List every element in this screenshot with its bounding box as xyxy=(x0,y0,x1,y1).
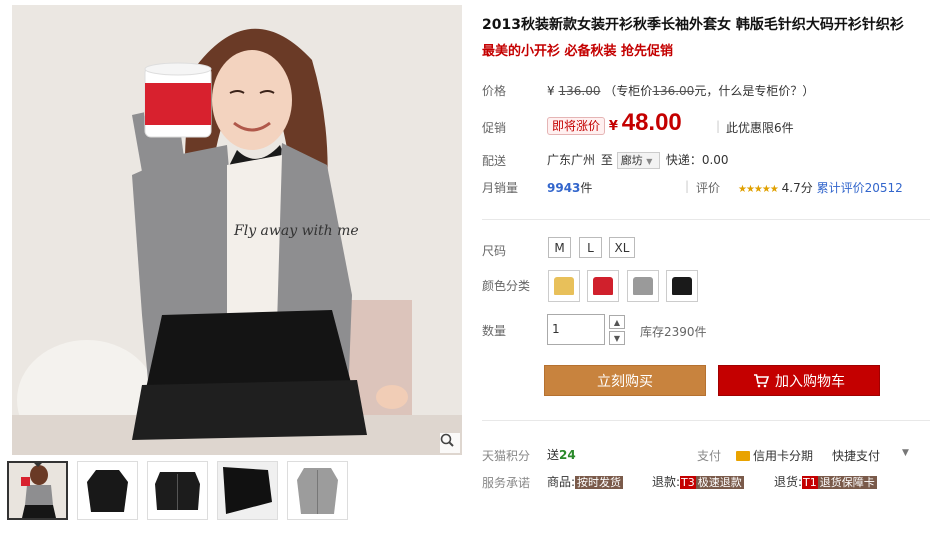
thumbnail-4[interactable] xyxy=(217,461,278,520)
points-label: 天猫积分 xyxy=(482,449,531,463)
credit-card-icon xyxy=(736,451,750,461)
return-label: 退货: xyxy=(774,475,803,489)
thumbnail-3[interactable] xyxy=(147,461,208,520)
pay-label: 支付 xyxy=(697,449,722,463)
shipping-info: 广东广州 至 廊坊 ▼ 快递：0.00 xyxy=(547,151,729,169)
thumbnail-5[interactable] xyxy=(287,461,348,520)
credit-installment[interactable]: 信用卡分期 xyxy=(736,447,813,464)
shipping-label: 配送 xyxy=(482,154,507,168)
color-swatch-red[interactable] xyxy=(587,270,619,302)
buy-now-button[interactable]: 立刻购买 xyxy=(544,365,706,396)
separator: | xyxy=(716,119,721,133)
thumbnail-2[interactable] xyxy=(77,461,138,520)
promo-price-value: 48.00 xyxy=(621,109,682,136)
sales-count: 9943 xyxy=(547,181,581,195)
product-title: 2013秋装新款女装开衫秋季长袖外套女 韩版毛针织大码开衫针织衫 xyxy=(482,17,904,33)
model-photo: Fly away with me xyxy=(12,5,462,455)
chevron-down-icon: ▼ xyxy=(646,157,653,166)
ship-from: 广东广州 xyxy=(547,153,596,167)
counter-price-prefix: （专柜价 xyxy=(604,84,653,98)
monthly-sales-label: 月销量 xyxy=(482,181,519,195)
destination-value: 廊坊 xyxy=(620,154,643,167)
thumbnail-strip xyxy=(7,461,348,520)
quantity-input[interactable]: 1 xyxy=(547,314,605,345)
size-option-xl[interactable]: XL xyxy=(609,237,635,258)
divider xyxy=(482,219,930,220)
rating-label: 评价 xyxy=(696,181,721,195)
main-product-image[interactable]: Fly away with me xyxy=(12,5,462,455)
separator: | xyxy=(685,179,690,193)
refund-code-badge: T3 xyxy=(680,476,696,489)
original-price-value: 136.00 xyxy=(558,84,601,98)
color-label: 颜色分类 xyxy=(482,279,531,293)
on-time-delivery-badge[interactable]: 按时发货 xyxy=(575,476,624,489)
ship-to-word: 至 xyxy=(600,153,613,167)
points-number: 24 xyxy=(559,448,576,462)
destination-select[interactable]: 廊坊 ▼ xyxy=(616,152,660,169)
monthly-sales: 9943件 xyxy=(547,179,592,196)
quantity-decrease-button[interactable]: ▼ xyxy=(609,331,625,345)
shirt-print-text: Fly away with me xyxy=(233,223,359,239)
star-rating-icon: ★★★★★ xyxy=(738,184,779,195)
product-gallery: Fly away with me xyxy=(12,5,462,455)
return-code-badge: T1 xyxy=(802,476,818,489)
goods-label: 商品: xyxy=(547,475,576,489)
add-to-cart-label: 加入购物车 xyxy=(775,373,845,390)
points-value: 送24 xyxy=(547,446,576,463)
refund-label: 退款: xyxy=(652,475,681,489)
rating: ★★★★★ 4.7分 累计评价20512 xyxy=(738,179,903,196)
size-label: 尺码 xyxy=(482,244,507,258)
color-swatch-gray[interactable] xyxy=(627,270,659,302)
size-option-l[interactable]: L xyxy=(579,237,602,258)
stock-count: 库存2390件 xyxy=(640,325,707,339)
yen-symbol: ¥ xyxy=(547,84,555,98)
chevron-up-icon: ▲ xyxy=(613,317,621,327)
thumbnail-1[interactable] xyxy=(7,461,68,520)
promo-limit: 此优惠限6件 xyxy=(726,121,794,135)
total-reviews-link[interactable]: 累计评价20512 xyxy=(817,181,903,195)
sales-unit: 件 xyxy=(580,181,593,195)
original-price: ¥ 136.00 （专柜价136.00元，什么是专柜价？） xyxy=(547,82,814,99)
add-to-cart-button[interactable]: 加入购物车 xyxy=(718,365,880,396)
quick-pay[interactable]: 快捷支付 xyxy=(832,447,880,464)
promo-label: 促销 xyxy=(482,121,507,135)
chevron-down-icon[interactable]: ▼ xyxy=(902,448,909,458)
product-subtitle: 最美的小开衫 必备秋装 抢先促销 xyxy=(482,44,674,59)
price-label: 价格 xyxy=(482,84,507,98)
service-label: 服务承诺 xyxy=(482,476,531,490)
price-rise-badge: 即将涨价 xyxy=(547,117,606,135)
return-guarantee-badge[interactable]: 退货保障卡 xyxy=(817,476,877,489)
counter-price-link[interactable]: 元，什么是专柜价？） xyxy=(694,84,814,98)
points-prefix: 送 xyxy=(547,448,560,462)
cart-icon xyxy=(754,373,769,387)
buy-now-label: 立刻购买 xyxy=(597,373,653,390)
quantity-label: 数量 xyxy=(482,324,507,338)
service-refund: 退款:T3 极速退款 xyxy=(652,473,744,490)
counter-price-value: 136.00 xyxy=(652,84,695,98)
chevron-down-icon: ▼ xyxy=(613,333,621,343)
credit-label: 信用卡分期 xyxy=(753,449,814,463)
service-goods: 商品: 按时发货 xyxy=(547,473,624,490)
color-swatch-black[interactable] xyxy=(666,270,698,302)
promo-price: 即将涨价 ¥ 48.00 xyxy=(547,109,682,137)
fast-refund-badge[interactable]: 极速退款 xyxy=(695,476,744,489)
size-option-m[interactable]: M xyxy=(548,237,571,258)
express-fee: 快递：0.00 xyxy=(665,153,729,167)
quantity-increase-button[interactable]: ▲ xyxy=(609,315,625,329)
promo-yen-symbol: ¥ xyxy=(608,119,618,134)
divider xyxy=(482,420,930,421)
service-return: 退货:T1 退货保障卡 xyxy=(774,473,877,490)
rating-score: 4.7分 xyxy=(781,181,813,195)
color-swatch-yellow[interactable] xyxy=(548,270,580,302)
zoom-icon[interactable] xyxy=(440,433,460,453)
